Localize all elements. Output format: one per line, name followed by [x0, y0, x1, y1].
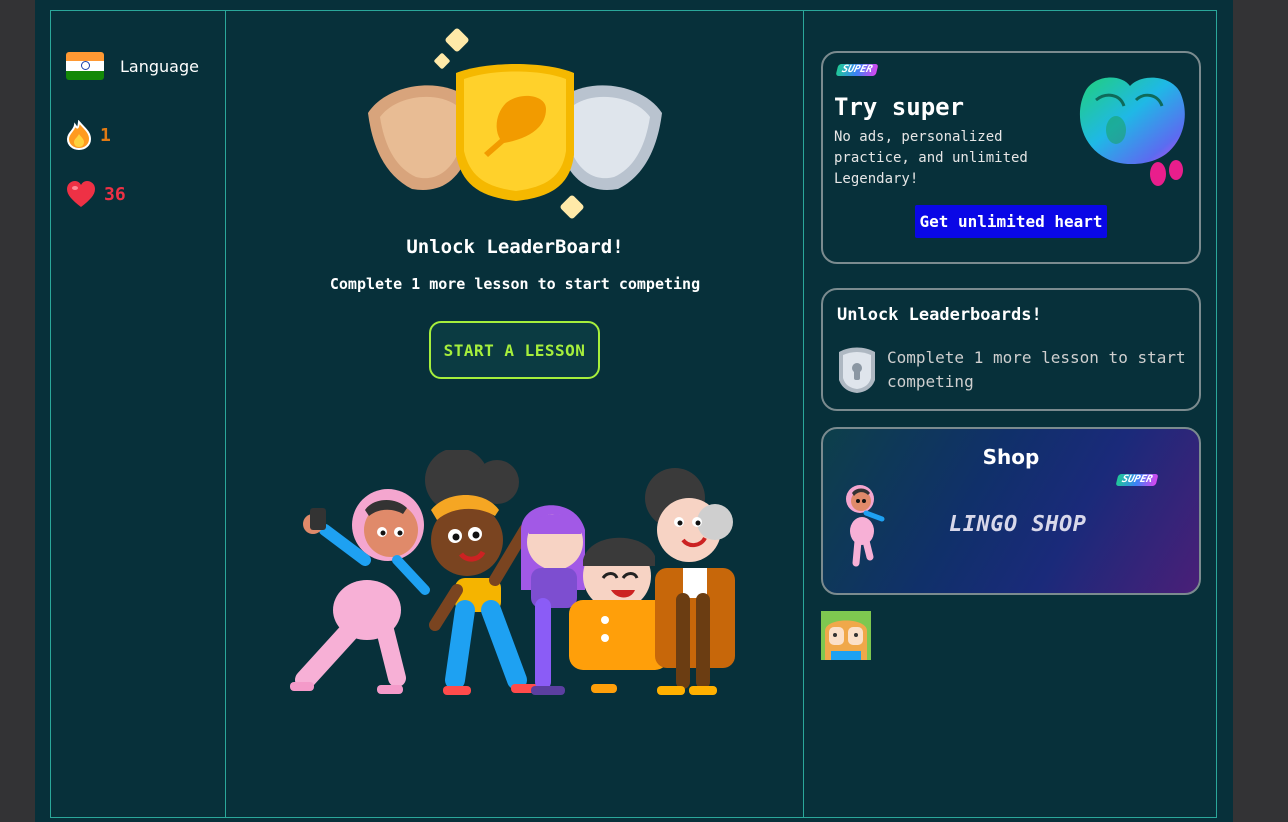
- language-label: Language: [120, 56, 199, 76]
- sidebar-divider: [225, 10, 226, 818]
- shop-super-badge: SUPER: [1115, 474, 1159, 486]
- shop-character-icon: [846, 485, 885, 567]
- streak-count: 1: [100, 124, 111, 146]
- characters-illustration: [290, 450, 735, 695]
- super-badge: SUPER: [835, 64, 879, 76]
- lingo-shop-name: LINGO SHOP: [949, 512, 1087, 537]
- shop-title: Shop: [982, 445, 1040, 469]
- get-unlimited-heart-button[interactable]: Get unlimited heart: [915, 205, 1107, 238]
- streak-counter[interactable]: 1: [66, 120, 111, 150]
- try-super-description: No ads, personalized practice, and unlim…: [834, 129, 1028, 187]
- hearts-count: 36: [104, 183, 126, 205]
- leaderboard-title: Unlock LeaderBoard!: [406, 236, 624, 258]
- language-selector[interactable]: Language: [66, 52, 199, 80]
- super-owl-icon: [1079, 77, 1185, 186]
- avatar-image: [821, 611, 871, 660]
- start-lesson-button[interactable]: START A LESSON: [429, 321, 600, 379]
- fire-icon: [66, 120, 92, 150]
- hearts-counter[interactable]: 36: [66, 180, 126, 208]
- right-panel-divider: [803, 10, 804, 818]
- try-super-title: Try super: [834, 93, 965, 121]
- league-shields-illustration: [368, 28, 662, 219]
- india-flag-icon: [66, 52, 104, 80]
- heart-icon: [67, 181, 95, 207]
- avatar[interactable]: [821, 611, 871, 660]
- locked-shield-icon: [839, 347, 875, 393]
- unlock-leaderboards-description: Complete 1 more lesson to start competin…: [887, 348, 1186, 391]
- unlock-leaderboards-title: Unlock Leaderboards!: [837, 305, 1042, 325]
- leaderboard-subtitle: Complete 1 more lesson to start competin…: [329, 275, 701, 293]
